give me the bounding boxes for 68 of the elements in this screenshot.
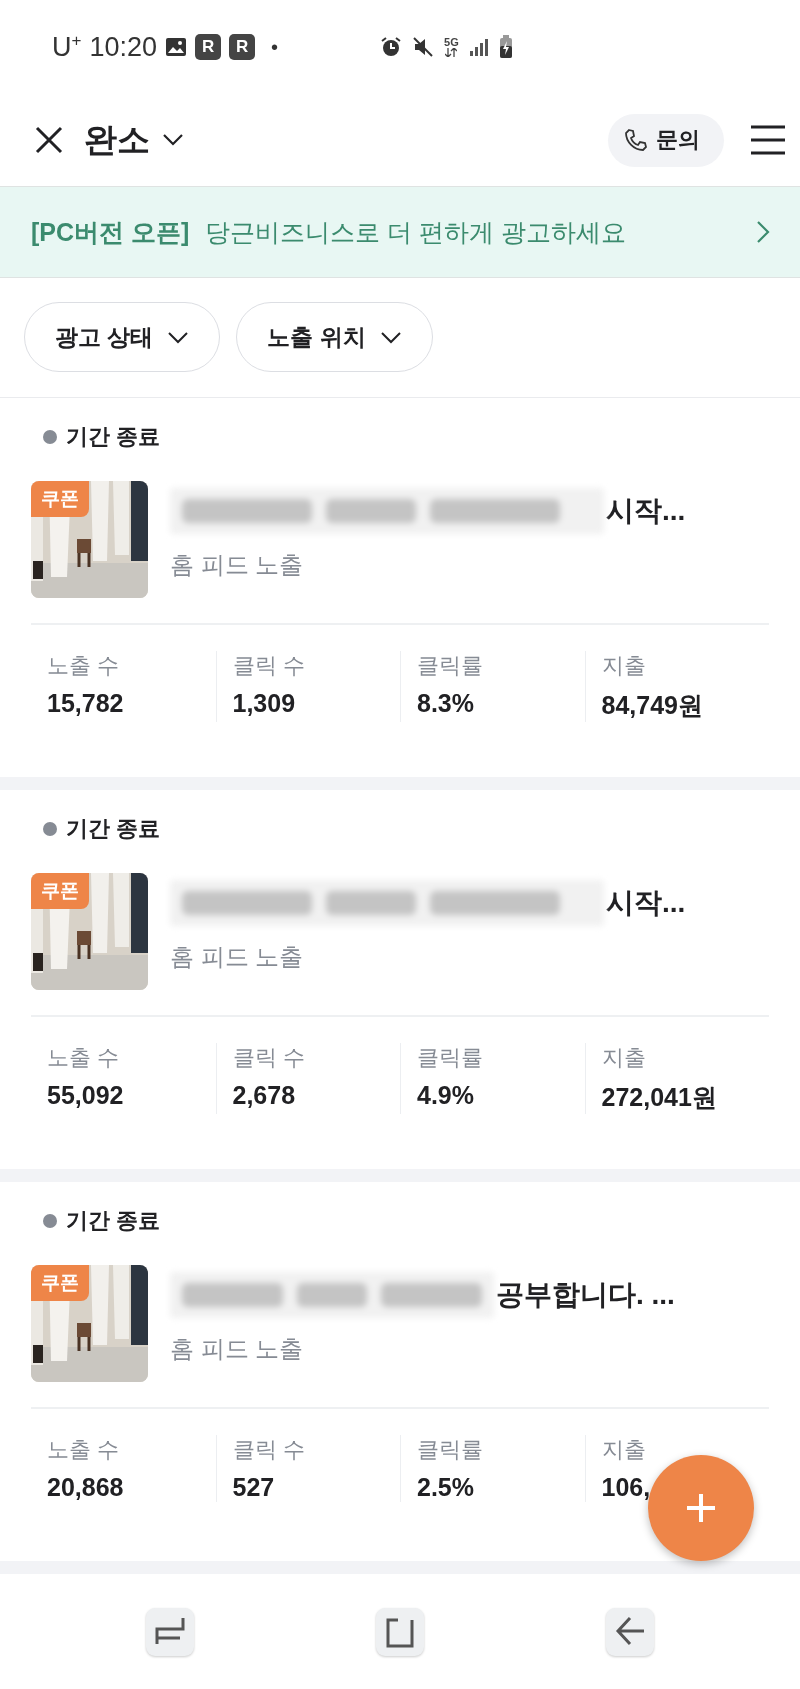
signal-icon	[468, 37, 489, 57]
metric-label: 클릭 수	[232, 1436, 306, 1464]
metric-label: 클릭 수	[232, 652, 306, 680]
data-arrows-icon	[445, 48, 458, 57]
metric-value: 8.3%	[417, 689, 475, 718]
metric-value: 84,749원	[601, 690, 704, 721]
carrier-label: U$^{+}$	[52, 31, 82, 63]
metric-label: 노출 수	[47, 1044, 121, 1072]
ad-title[interactable]: 시작...	[606, 492, 686, 530]
menu-icon[interactable]	[750, 125, 786, 155]
metric-value: 15,782	[47, 689, 125, 718]
filter-dropdown[interactable]: 노출 위치	[236, 302, 433, 372]
metric-label: 클릭률	[417, 1044, 484, 1072]
metric-label: 노출 수	[47, 652, 121, 680]
inquiry-button[interactable]: 문의	[608, 113, 724, 167]
home-icon[interactable]	[376, 1607, 424, 1656]
chevron-down-icon	[167, 330, 190, 344]
coupon-badge: 쿠폰	[31, 481, 89, 517]
phone-icon	[624, 128, 648, 152]
notification-badge: R	[229, 34, 255, 60]
metric-label: 지출	[601, 1436, 647, 1464]
chevron-down-icon[interactable]	[162, 133, 184, 147]
metric-value: 4.9%	[417, 1081, 475, 1110]
metric-label: 클릭률	[417, 1436, 484, 1464]
ad-status: 기간 종료	[66, 1207, 161, 1235]
status-dot	[43, 822, 57, 836]
metric-label: 클릭률	[417, 652, 484, 680]
plus-icon	[685, 1492, 717, 1524]
metric-value: 106,	[601, 1473, 652, 1502]
clock-time: 10:20	[89, 31, 157, 63]
ad-placement: 홈 피드 노출	[170, 550, 305, 580]
ad-placement: 홈 피드 노출	[170, 1334, 305, 1364]
ad-title[interactable]: 공부합니다. ...	[496, 1276, 675, 1314]
coupon-badge: 쿠폰	[31, 873, 89, 909]
metric-value: 272,041원	[601, 1082, 718, 1113]
chevron-down-icon	[379, 330, 402, 344]
status-dot	[43, 430, 57, 444]
banner-highlight: [PC버전 오픈]	[31, 216, 190, 248]
mute-icon	[412, 36, 435, 58]
ad-status: 기간 종료	[66, 423, 161, 451]
image-icon	[165, 37, 187, 57]
close-icon[interactable]	[34, 125, 64, 155]
filter-dropdown[interactable]: 광고 상태	[24, 302, 221, 372]
dot-indicator: •	[271, 35, 279, 59]
network-indicator: 5G	[444, 37, 459, 57]
banner-text: 당근비즈니스로 더 편하게 광고하세요	[205, 216, 627, 248]
ad-status: 기간 종료	[66, 815, 161, 843]
recent-apps-icon[interactable]	[146, 1607, 194, 1656]
ad-placement: 홈 피드 노출	[170, 942, 305, 972]
metric-value: 1,309	[232, 689, 297, 718]
shop-title[interactable]: 완소	[84, 117, 150, 163]
metric-value: 20,868	[47, 1473, 125, 1502]
chevron-right-icon	[756, 220, 770, 244]
metric-label: 노출 수	[47, 1436, 121, 1464]
status-dot	[43, 1214, 57, 1228]
notification-badge: R	[195, 34, 221, 60]
metric-label: 지출	[601, 652, 647, 680]
metric-value: 55,092	[47, 1081, 125, 1110]
alarm-icon	[380, 36, 403, 58]
battery-icon	[498, 35, 513, 59]
coupon-badge: 쿠폰	[31, 1265, 89, 1301]
metric-value: 527	[232, 1473, 276, 1502]
back-icon[interactable]	[606, 1607, 654, 1656]
metric-label: 지출	[601, 1044, 647, 1072]
metric-value: 2.5%	[417, 1473, 475, 1502]
metric-label: 클릭 수	[232, 1044, 306, 1072]
metric-value: 2,678	[232, 1081, 297, 1110]
ad-title[interactable]: 시작...	[606, 884, 686, 922]
